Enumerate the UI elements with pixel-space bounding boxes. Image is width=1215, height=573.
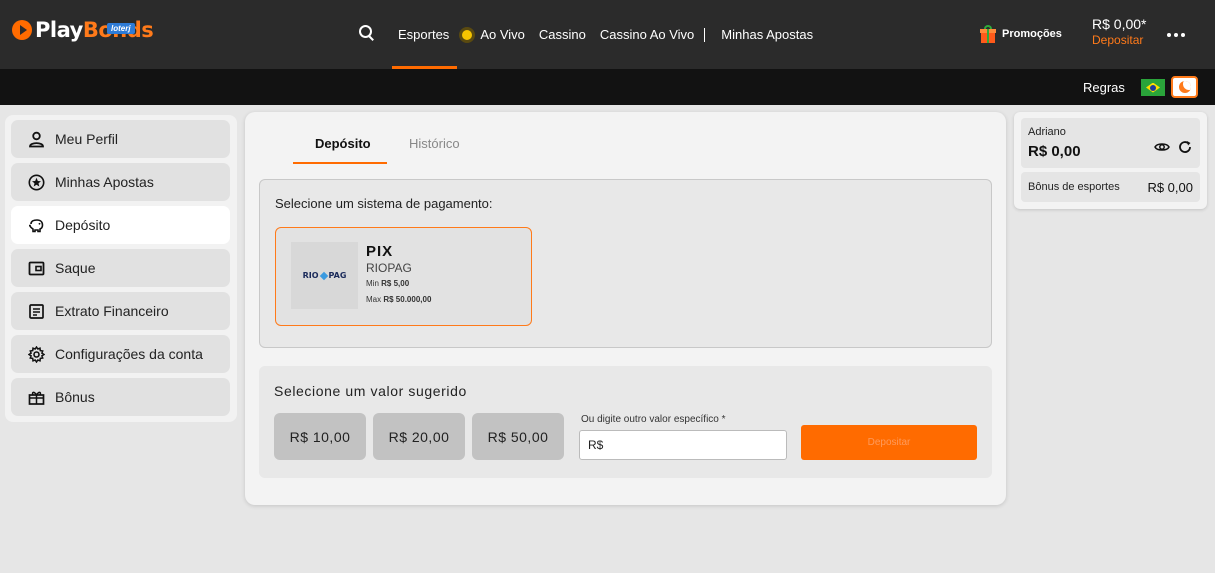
payment-method-name: PIX bbox=[366, 243, 394, 260]
refresh-icon[interactable] bbox=[1177, 139, 1193, 155]
statement-icon bbox=[28, 303, 45, 320]
wallet-icon bbox=[28, 260, 45, 277]
gear-icon bbox=[28, 345, 45, 363]
promotions-link[interactable]: Promoções bbox=[980, 25, 1062, 43]
nav-cassino[interactable]: Cassino bbox=[539, 0, 586, 69]
payment-min: Min R$ 5,00 bbox=[366, 279, 410, 288]
payment-section-title: Selecione um sistema de pagamento: bbox=[275, 196, 493, 211]
active-tab-indicator bbox=[293, 162, 387, 164]
sports-bonus-value: R$ 0,00 bbox=[1147, 180, 1193, 195]
sidebar-item-extrato-financeiro[interactable]: Extrato Financeiro bbox=[11, 292, 230, 330]
amount-chip-50[interactable]: R$ 50,00 bbox=[472, 413, 564, 460]
play-logo-icon bbox=[12, 20, 32, 40]
sub-bar bbox=[0, 69, 1215, 105]
payment-system-section: Selecione um sistema de pagamento: RIO PA… bbox=[259, 179, 992, 348]
custom-amount-input[interactable] bbox=[579, 430, 787, 460]
tab-historico[interactable]: Histórico bbox=[409, 136, 460, 151]
nav-esportes[interactable]: Esportes bbox=[391, 0, 458, 69]
account-sidebar: Meu Perfil Minhas Apostas Depósito Saque… bbox=[5, 115, 237, 422]
search-icon[interactable] bbox=[358, 24, 376, 42]
gift-icon bbox=[980, 25, 996, 43]
riopag-logo: RIO PAG bbox=[291, 242, 358, 309]
nav-cassino-ao-vivo[interactable]: Cassino Ao Vivo bbox=[600, 0, 694, 69]
sidebar-item-meu-perfil[interactable]: Meu Perfil bbox=[11, 120, 230, 158]
tab-deposito[interactable]: Depósito bbox=[315, 136, 371, 151]
deposit-button[interactable]: Depositar bbox=[801, 425, 977, 460]
rules-link[interactable]: Regras bbox=[1083, 80, 1125, 95]
brazil-flag-icon[interactable] bbox=[1141, 79, 1165, 96]
amount-chip-20[interactable]: R$ 20,00 bbox=[373, 413, 465, 460]
user-icon bbox=[28, 131, 45, 148]
payment-provider: RIOPAG bbox=[366, 261, 412, 275]
piggy-bank-icon bbox=[28, 217, 45, 234]
nav-minhas-apostas[interactable]: Minhas Apostas bbox=[721, 0, 813, 69]
sidebar-item-configuracoes[interactable]: Configurações da conta bbox=[11, 335, 230, 373]
payment-method-pix[interactable]: RIO PAG PIX RIOPAG Min R$ 5,00 Max R$ 50.… bbox=[275, 227, 532, 326]
custom-amount-label: Ou digite outro valor específico * bbox=[581, 414, 726, 425]
account-summary: Adriano R$ 0,00 bbox=[1021, 118, 1200, 168]
sports-bonus-row: Bônus de esportes R$ 0,00 bbox=[1021, 172, 1200, 202]
nav-ao-vivo[interactable]: Ao Vivo bbox=[459, 0, 525, 69]
logo-sub-badge: loterj bbox=[107, 23, 135, 34]
sidebar-item-deposito[interactable]: Depósito bbox=[11, 206, 230, 244]
deposit-panel: Depósito Histórico Selecione um sistema … bbox=[245, 112, 1006, 505]
moon-icon bbox=[1178, 81, 1191, 93]
payment-max: Max R$ 50.000,00 bbox=[366, 295, 432, 304]
nav-divider bbox=[704, 27, 706, 42]
sidebar-item-bonus[interactable]: Bônus bbox=[11, 378, 230, 416]
theme-toggle-button[interactable] bbox=[1171, 76, 1198, 98]
logo-text: PlayBonds bbox=[35, 18, 154, 42]
more-menu-icon[interactable] bbox=[1167, 33, 1185, 37]
eye-icon[interactable] bbox=[1154, 139, 1170, 155]
account-balance: R$ 0,00 bbox=[1028, 143, 1081, 160]
header-balance-amount: R$ 0,00* bbox=[1092, 16, 1147, 32]
suggested-value-section: Selecione um valor sugerido R$ 10,00 R$ … bbox=[259, 366, 992, 478]
star-icon bbox=[28, 174, 45, 191]
sidebar-item-saque[interactable]: Saque bbox=[11, 249, 230, 287]
gift-icon bbox=[28, 389, 45, 406]
amount-chip-10[interactable]: R$ 10,00 bbox=[274, 413, 366, 460]
suggested-value-title: Selecione um valor sugerido bbox=[274, 383, 467, 399]
sports-bonus-label: Bônus de esportes bbox=[1028, 181, 1120, 193]
account-name: Adriano bbox=[1028, 126, 1066, 138]
live-icon bbox=[459, 26, 476, 43]
header-balance[interactable]: R$ 0,00* Depositar bbox=[1092, 16, 1146, 47]
header-deposit-link[interactable]: Depositar bbox=[1092, 33, 1146, 47]
sidebar-item-minhas-apostas[interactable]: Minhas Apostas bbox=[11, 163, 230, 201]
account-balance-card: Adriano R$ 0,00 Bônus de esportes R$ 0,0… bbox=[1014, 112, 1207, 209]
main-nav: Esportes Ao Vivo Cassino Cassino Ao Vivo… bbox=[358, 0, 827, 69]
